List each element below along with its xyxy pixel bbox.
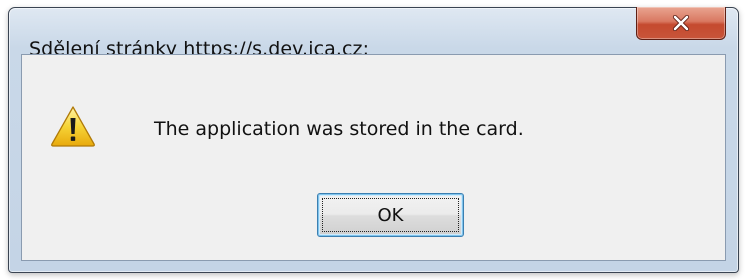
dialog-message: The application was stored in the card. — [154, 118, 524, 140]
close-button[interactable] — [636, 7, 726, 40]
ok-button[interactable]: OK — [317, 193, 464, 237]
dialog-content: The application was stored in the card. … — [21, 54, 726, 261]
alert-dialog: Sdělení stránky https://s.dev.ica.cz: Th… — [8, 7, 739, 273]
ok-button-label: OK — [377, 205, 404, 226]
close-icon — [672, 15, 690, 31]
warning-icon — [51, 106, 95, 147]
